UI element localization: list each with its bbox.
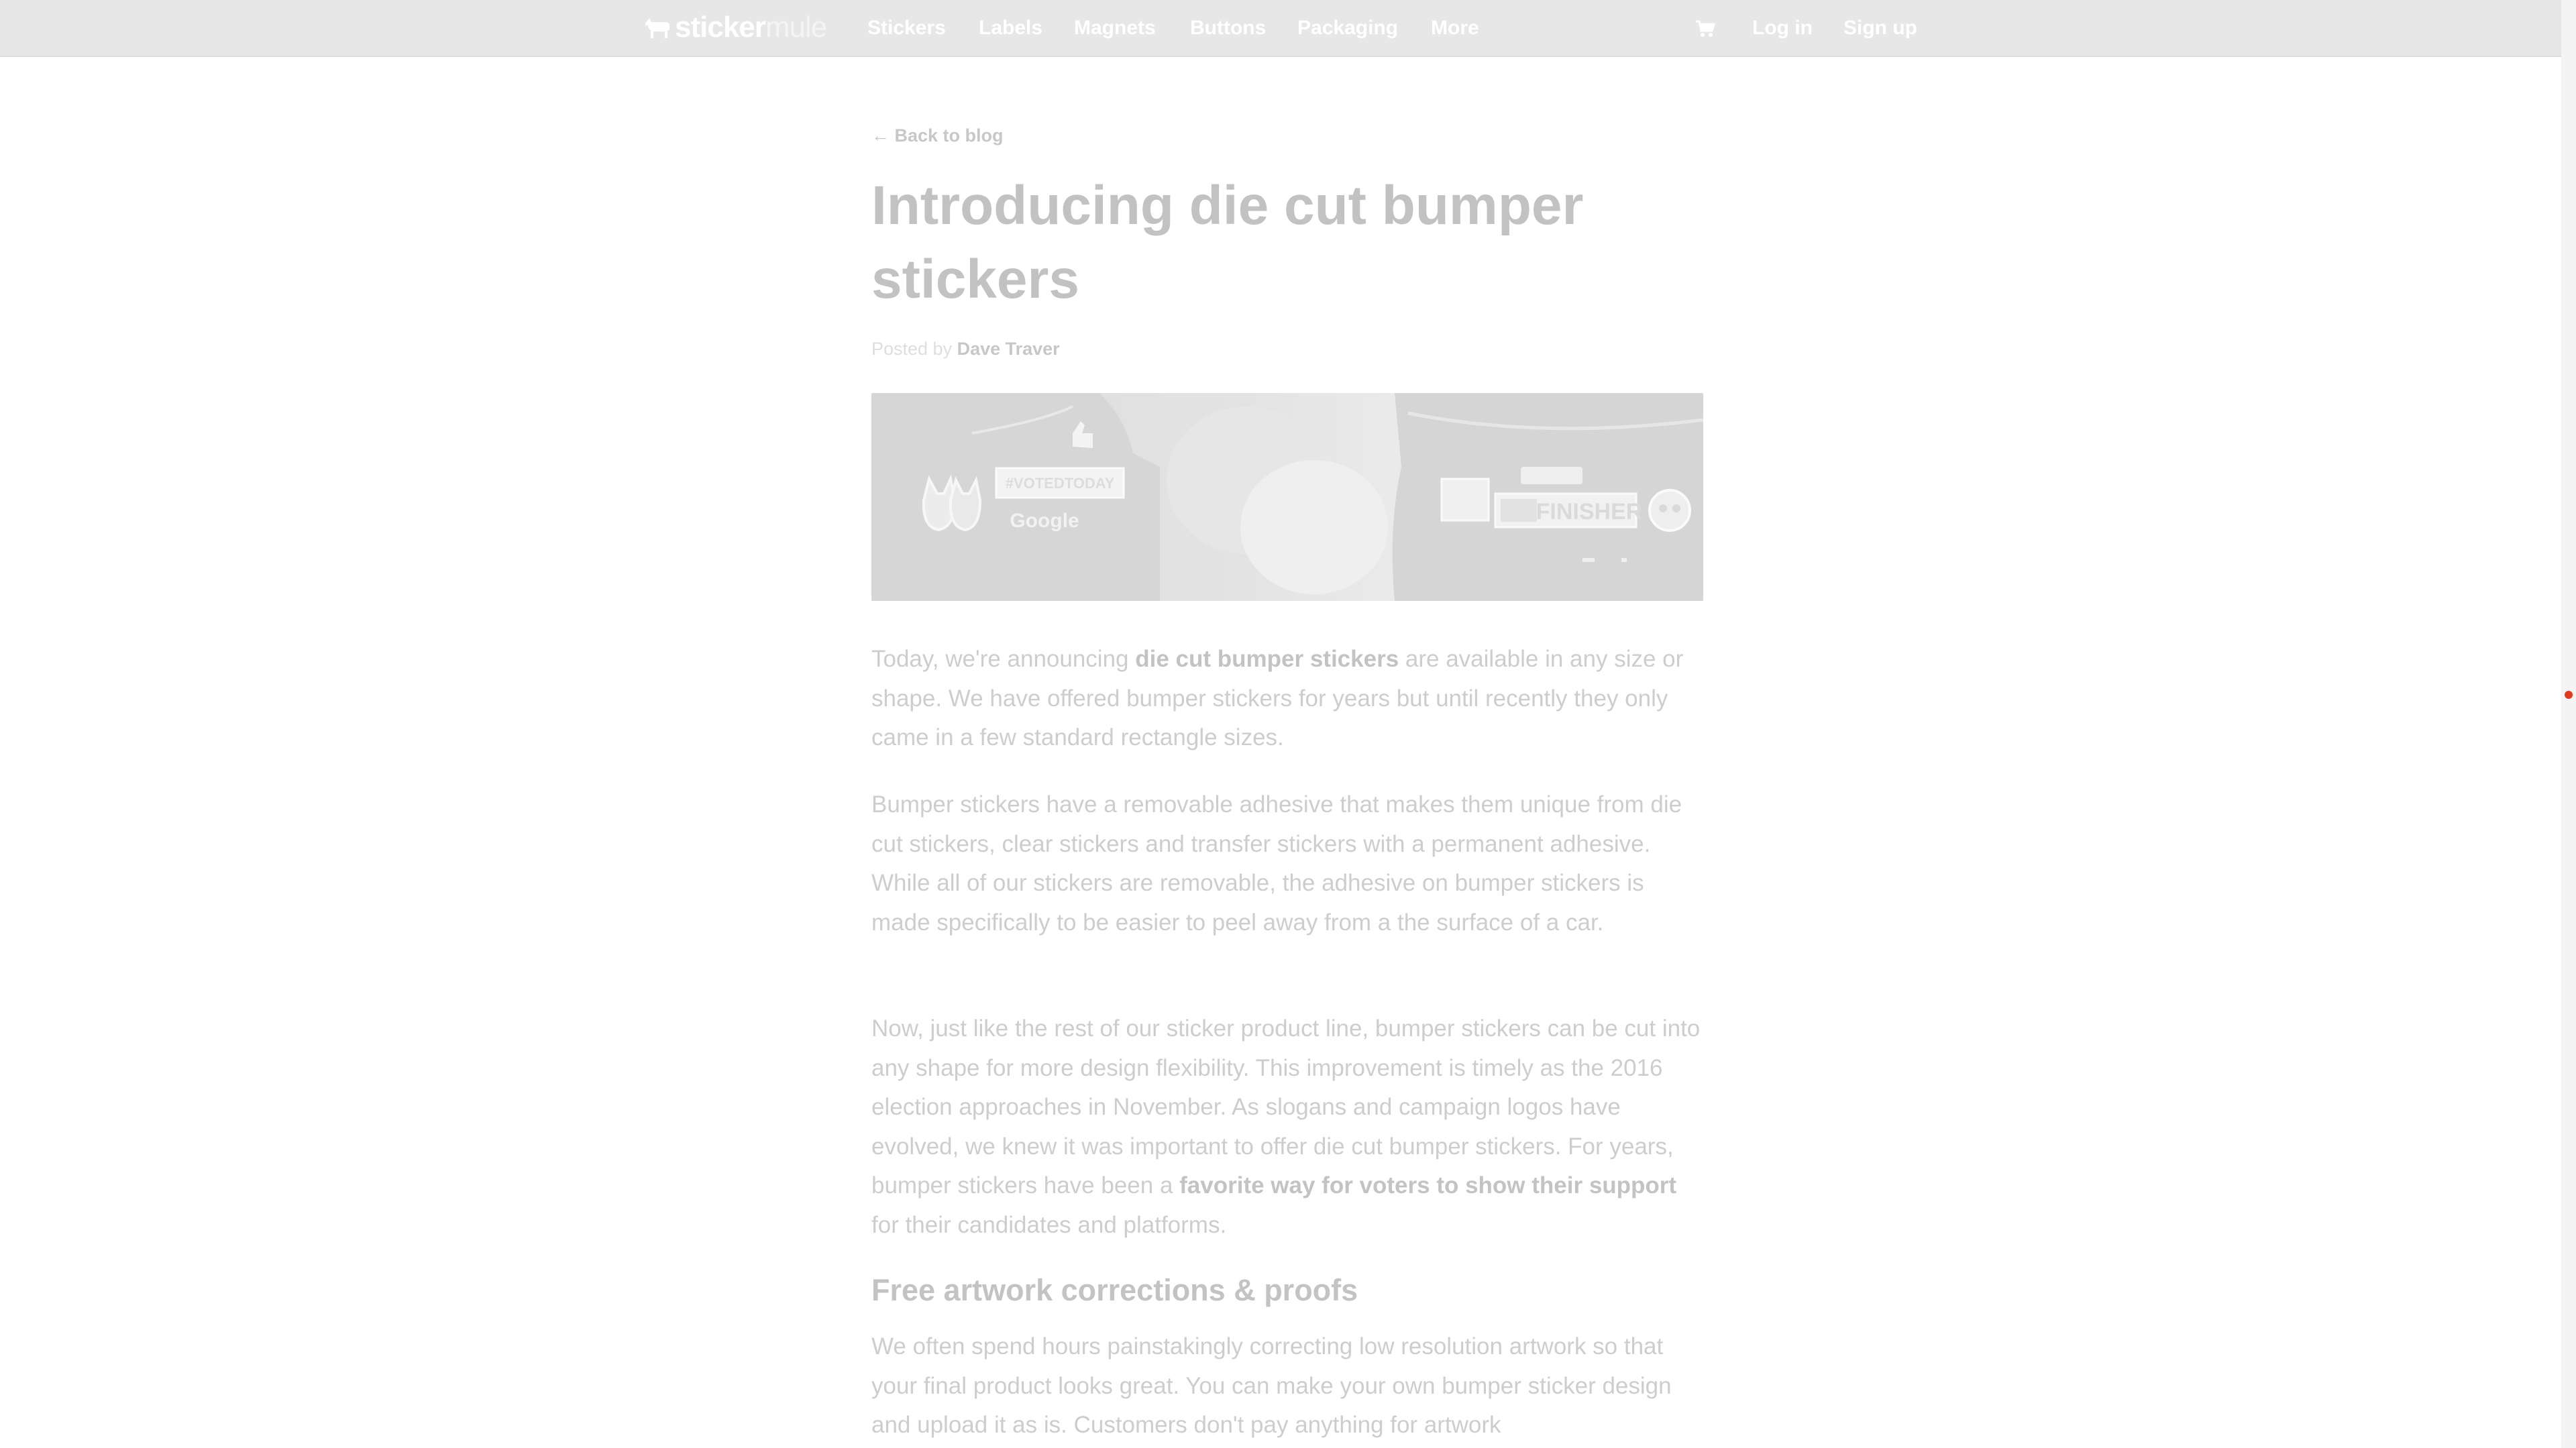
p3-text-after: for their candidates and platforms. (871, 1211, 1227, 1238)
logo-text-sticker: sticker (675, 11, 766, 44)
paragraph-intro: Today, we're announcing die cut bumper s… (871, 640, 1707, 758)
nav-packaging[interactable]: Packaging (1297, 15, 1398, 42)
paragraph-adhesive: Bumper stickers have a removable adhesiv… (871, 791, 1682, 936)
voted-today-sticker-text: #VOTEDTODAY (1006, 475, 1115, 492)
cart-icon[interactable] (1695, 19, 1716, 39)
author-link[interactable]: Dave Traver (957, 339, 1060, 359)
paragraph-shape: Now, just like the rest of our sticker p… (871, 1009, 1707, 1245)
page-scrollbar[interactable] (2561, 0, 2576, 1448)
top-nav-bar: sticker mule Stickers Labels Magnets Butt… (0, 0, 2576, 57)
hero-image-illustration: #VOTEDTODAY Google FINISHER (871, 393, 1703, 601)
nav-more[interactable]: More (1431, 15, 1479, 42)
byline: Posted by Dave Traver (871, 337, 1060, 361)
stickermule-logo[interactable]: sticker mule (643, 11, 827, 44)
hero-image: #VOTEDTODAY Google FINISHER (871, 393, 1703, 601)
p1-text-before: Today, we're announcing (871, 646, 1136, 672)
nav-labels[interactable]: Labels (979, 15, 1042, 42)
nav-buttons[interactable]: Buttons (1190, 15, 1266, 42)
signup-link[interactable]: Sign up (1843, 15, 1917, 42)
skull-sticker-icon (1648, 489, 1691, 532)
die-cut-bumper-stickers-link[interactable]: die cut bumper stickers (1135, 646, 1399, 672)
nav-magnets[interactable]: Magnets (1074, 15, 1156, 42)
logo-text-mule: mule (765, 11, 827, 44)
nav-stickers[interactable]: Stickers (867, 15, 946, 42)
article-title: Introducing die cut bumper stickers (871, 175, 1584, 310)
notification-dot-icon (2565, 691, 2573, 699)
finisher-sticker-text: FINISHER (1536, 499, 1643, 524)
voters-support-link[interactable]: favorite way for voters to show their su… (1179, 1172, 1676, 1199)
google-sticker-text: Google (1010, 510, 1079, 532)
section-heading-artwork: Free artwork corrections & proofs (871, 1273, 1358, 1307)
mule-logo-icon (645, 18, 669, 38)
back-to-blog-link[interactable]: ← Back to blog (871, 123, 1004, 148)
byline-prefix: Posted by (871, 339, 957, 359)
paragraph-artwork: We often spend hours painstakingly corre… (871, 1333, 1672, 1438)
p3-text-before: Now, just like the rest of our sticker p… (871, 1015, 1701, 1199)
login-link[interactable]: Log in (1752, 15, 1813, 42)
